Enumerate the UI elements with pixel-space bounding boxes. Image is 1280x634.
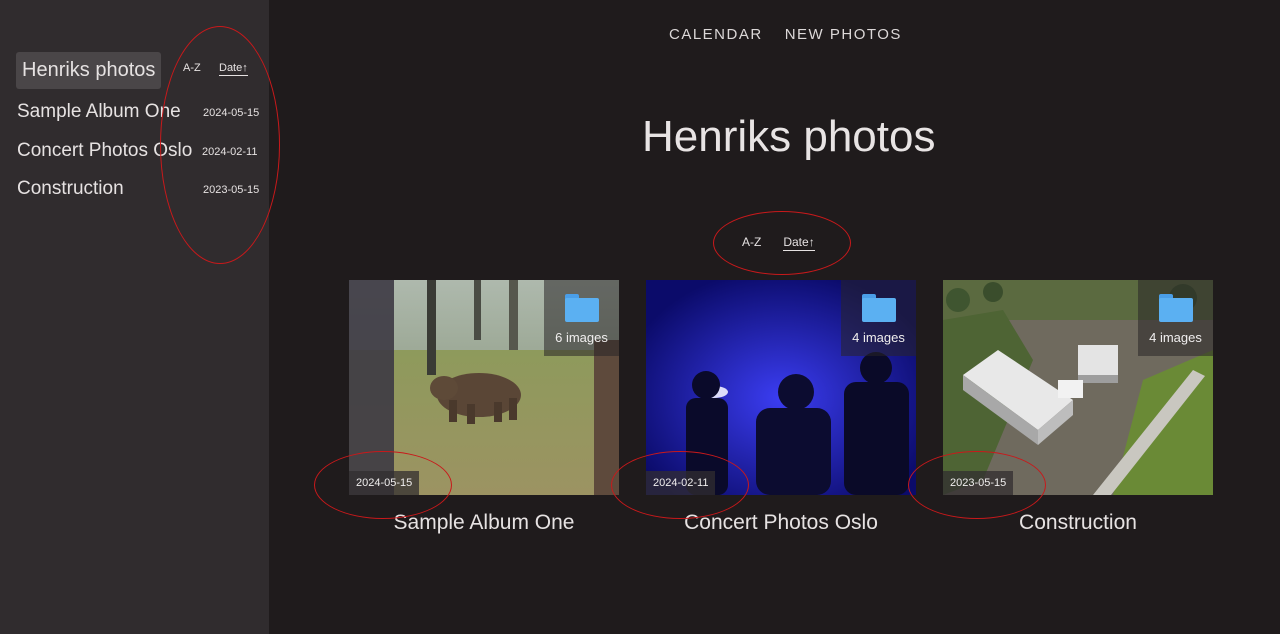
nav-new-photos-link[interactable]: NEW PHOTOS — [785, 26, 902, 43]
album-title: Sample Album One — [393, 511, 575, 534]
album-date-chip: 2024-05-15 — [349, 471, 420, 495]
image-count-badge: 4 images — [841, 280, 916, 356]
image-count: 4 images — [852, 330, 905, 345]
album-title: Concert Photos Oslo — [684, 511, 878, 534]
image-count: 6 images — [555, 330, 608, 345]
album-date-chip: 2024-02-11 — [646, 471, 716, 495]
sidebar-album-date: 2024-05-15 — [203, 107, 260, 119]
sidebar-title: Henriks photos — [22, 59, 156, 81]
nav-calendar-link[interactable]: CALENDAR — [669, 26, 763, 43]
album-thumbnail: 4 images 2024-02-11 — [646, 280, 916, 495]
folder-icon — [861, 294, 896, 322]
album-card-concert-photos-oslo[interactable]: 4 images 2024-02-11 Concert Photos Oslo — [646, 280, 916, 535]
sidebar: Henriks photos A-Z Date↑ Sample Album On… — [0, 0, 269, 634]
sort-az-button[interactable]: A-Z — [742, 235, 761, 251]
album-date-chip: 2023-05-15 — [943, 471, 1014, 495]
top-nav: CALENDAR NEW PHOTOS — [669, 26, 902, 43]
sort-controls: A-Z Date↑ — [742, 235, 815, 251]
image-count-badge: 6 images — [544, 280, 619, 356]
folder-icon — [1158, 294, 1193, 322]
sidebar-album-date: 2024-02-11 — [202, 146, 258, 158]
sidebar-album-sample-album-one[interactable]: Sample Album One — [17, 101, 181, 123]
sidebar-album-concert-photos-oslo[interactable]: Concert Photos Oslo — [17, 140, 192, 162]
album-title: Construction — [1019, 511, 1137, 534]
sidebar-album-construction[interactable]: Construction — [17, 178, 124, 200]
sidebar-album-date: 2023-05-15 — [203, 184, 260, 196]
sort-date-button[interactable]: Date↑ — [783, 235, 815, 251]
album-card-sample-album-one[interactable]: 6 images 2024-05-15 Sample Album One — [349, 280, 619, 535]
image-count-badge: 4 images — [1138, 280, 1213, 356]
page-title: Henriks photos — [642, 112, 936, 161]
album-thumbnail: 6 images 2024-05-15 — [349, 280, 619, 495]
sidebar-current-folder[interactable]: Henriks photos — [16, 52, 162, 89]
sidebar-sort-date-button[interactable]: Date↑ — [219, 62, 248, 76]
sidebar-sort-az-button[interactable]: A-Z — [183, 62, 201, 74]
album-thumbnail: 4 images 2023-05-15 — [943, 280, 1213, 495]
image-count: 4 images — [1149, 330, 1202, 345]
folder-icon — [564, 294, 599, 322]
album-card-construction[interactable]: 4 images 2023-05-15 Construction — [943, 280, 1213, 535]
